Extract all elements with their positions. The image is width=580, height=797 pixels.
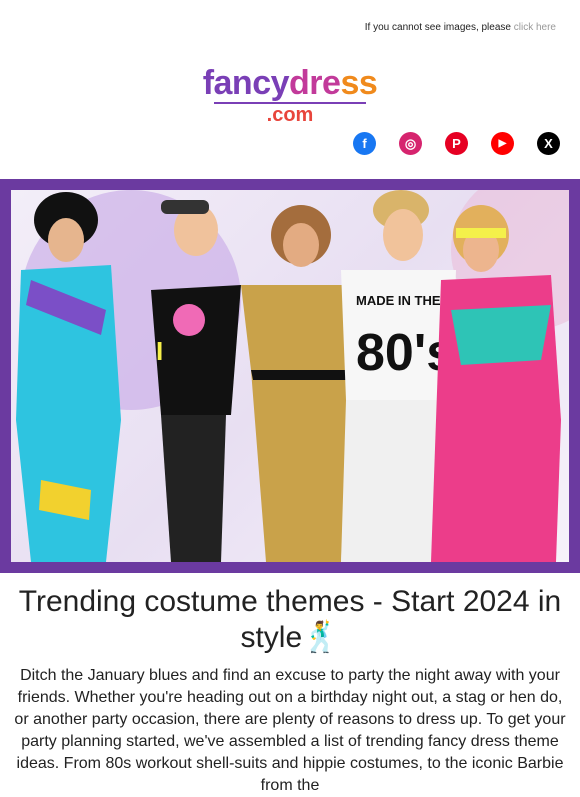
facebook-icon[interactable]: f: [353, 132, 376, 155]
logo-text-fancy: fancy: [202, 64, 290, 102]
hero-image: I MADE IN THE 80's: [11, 190, 569, 562]
logo-text-dre: dre: [289, 64, 341, 102]
fallback-note-text: If you cannot see images, please: [364, 22, 514, 33]
costume-group-illustration: I MADE IN THE 80's: [16, 190, 569, 562]
pinterest-icon[interactable]: P: [445, 132, 468, 155]
logo-text-ss: ss: [340, 64, 378, 102]
youtube-icon[interactable]: ▶: [491, 132, 514, 155]
x-twitter-icon[interactable]: X: [537, 132, 560, 155]
logo-text-com: .com: [266, 104, 314, 126]
brand-logo[interactable]: fancydress .com: [0, 66, 580, 126]
article-title: Trending costume themes - Start 2024 in …: [18, 585, 562, 654]
svg-text:I: I: [156, 336, 163, 366]
image-fallback-note: If you cannot see images, please click h…: [365, 22, 556, 33]
shirt-text-made-in-the: MADE IN THE: [356, 293, 441, 308]
hero-banner[interactable]: I MADE IN THE 80's: [0, 179, 580, 573]
instagram-icon[interactable]: ◎: [399, 132, 422, 155]
click-here-link[interactable]: click here: [514, 22, 556, 33]
social-links: f ◎ P ▶ X: [353, 132, 560, 155]
article-body: Ditch the January blues and find an excu…: [14, 667, 566, 794]
